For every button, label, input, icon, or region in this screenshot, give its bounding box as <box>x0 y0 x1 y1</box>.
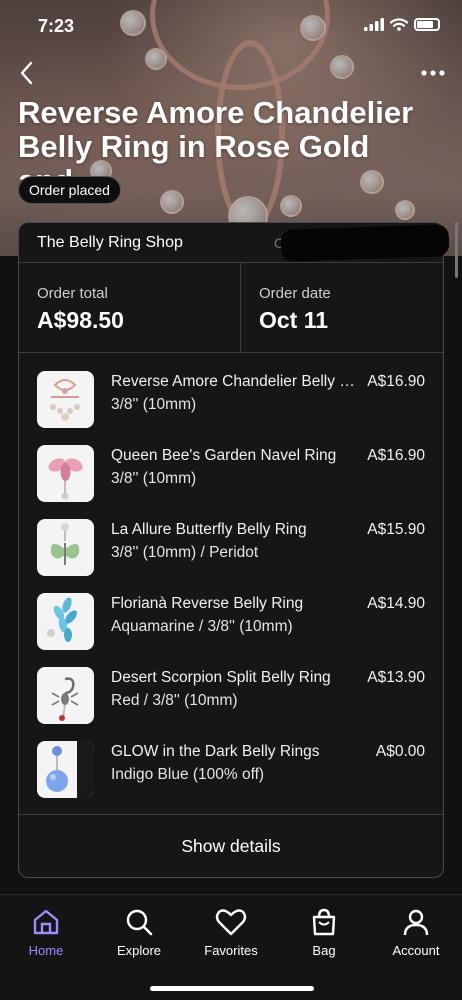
home-icon <box>33 909 59 935</box>
item-thumbnail[interactable] <box>37 445 94 502</box>
item-price: A$16.90 <box>367 447 425 464</box>
item-variant: Aquamarine / 3/8'' (10mm) <box>111 618 293 635</box>
order-date-cell: Order date Oct 11 <box>241 263 445 353</box>
status-time: 7:23 <box>38 16 75 36</box>
tab-account[interactable]: Account <box>370 905 462 965</box>
tab-bag[interactable]: Bag <box>278 905 370 965</box>
tab-explore[interactable]: Explore <box>93 905 185 965</box>
tab-label: Home <box>28 943 64 958</box>
item-price: A$14.90 <box>367 595 425 612</box>
more-options-button[interactable] <box>418 62 448 84</box>
signal-icon <box>364 18 384 31</box>
glow-ring-image <box>46 741 94 798</box>
item-name[interactable]: Florianà Reverse Belly Ring <box>111 595 363 613</box>
scrollbar[interactable] <box>455 222 458 278</box>
chevron-left-icon <box>20 61 33 85</box>
shop-row[interactable]: The Belly Ring Shop Ord <box>19 223 450 263</box>
item-variant: 3/8'' (10mm) <box>111 396 197 413</box>
more-horizontal-icon <box>421 70 445 76</box>
item-price: A$0.00 <box>375 743 425 760</box>
shop-name[interactable]: The Belly Ring Shop <box>37 234 183 252</box>
item-thumbnail[interactable] <box>37 519 94 576</box>
tab-label: Account <box>392 943 440 958</box>
order-date-label: Order date <box>259 285 331 302</box>
item-price: A$16.90 <box>367 373 425 390</box>
back-button[interactable] <box>12 58 40 88</box>
order-summary: Order total A$98.50 Order date Oct 11 <box>19 263 443 353</box>
order-item[interactable]: Queen Bee's Garden Navel Ring 3/8'' (10m… <box>19 427 443 502</box>
show-details-button[interactable]: Show details <box>19 815 443 878</box>
redaction-mark <box>280 224 450 262</box>
item-name[interactable]: Desert Scorpion Split Belly Ring <box>111 669 363 687</box>
heart-icon <box>215 909 247 936</box>
order-status-badge: Order placed <box>18 176 121 204</box>
butterfly-ring-image <box>50 523 80 565</box>
tab-favorites[interactable]: Favorites <box>185 905 277 965</box>
item-name[interactable]: Queen Bee's Garden Navel Ring <box>111 447 363 465</box>
item-variant: 3/8'' (10mm) / Peridot <box>111 544 259 561</box>
status-icons <box>364 18 440 31</box>
order-items-list: Reverse Amore Chandelier Belly Ring in R… <box>19 353 443 815</box>
bee-ring-image <box>48 458 83 500</box>
status-bar: 7:23 <box>0 0 462 52</box>
person-icon <box>403 909 429 936</box>
chandelier-ring-image <box>50 379 80 421</box>
order-card: The Belly Ring Shop Ord Order total A$98… <box>18 222 450 878</box>
item-variant: 3/8'' (10mm) <box>111 470 197 487</box>
item-thumbnail[interactable] <box>37 667 94 724</box>
hero-product-image: 7:23 Reverse Amore Chandelier Belly Ring… <box>0 0 462 256</box>
bottom-tab-bar: Home Explore Favorites Bag Account <box>0 894 462 1000</box>
tab-label: Favorites <box>204 943 258 958</box>
order-item[interactable]: La Allure Butterfly Belly Ring 3/8'' (10… <box>19 501 443 576</box>
tab-label: Bag <box>312 943 336 958</box>
item-thumbnail[interactable] <box>37 741 94 798</box>
item-name[interactable]: Reverse Amore Chandelier Belly Ring in R… <box>111 373 363 391</box>
order-total-label: Order total <box>37 285 108 302</box>
item-thumbnail[interactable] <box>37 593 94 650</box>
item-name[interactable]: GLOW in the Dark Belly Rings <box>111 743 363 761</box>
order-item[interactable]: GLOW in the Dark Belly Rings Indigo Blue… <box>19 723 443 798</box>
item-price: A$13.90 <box>367 669 425 686</box>
item-name[interactable]: La Allure Butterfly Belly Ring <box>111 521 363 539</box>
scorpion-ring-image <box>51 677 79 721</box>
battery-icon <box>414 18 440 31</box>
item-variant: Indigo Blue (100% off) <box>111 766 265 783</box>
home-indicator[interactable] <box>150 986 314 991</box>
item-variant: Red / 3/8'' (10mm) <box>111 692 238 709</box>
tab-home[interactable]: Home <box>0 905 92 965</box>
bag-icon <box>312 908 336 936</box>
order-date-value: Oct 11 <box>259 307 329 333</box>
tab-label: Explore <box>116 943 162 958</box>
item-thumbnail[interactable] <box>37 371 94 428</box>
order-item[interactable]: Florianà Reverse Belly Ring Aquamarine /… <box>19 575 443 650</box>
item-price: A$15.90 <box>367 521 425 538</box>
order-item[interactable]: Desert Scorpion Split Belly Ring Red / 3… <box>19 649 443 724</box>
search-icon <box>126 909 153 936</box>
floral-ring-image <box>47 597 77 642</box>
order-total-value: A$98.50 <box>37 307 124 333</box>
wifi-icon <box>390 18 408 31</box>
order-total-cell: Order total A$98.50 <box>19 263 241 353</box>
order-item[interactable]: Reverse Amore Chandelier Belly Ring in R… <box>19 353 443 428</box>
